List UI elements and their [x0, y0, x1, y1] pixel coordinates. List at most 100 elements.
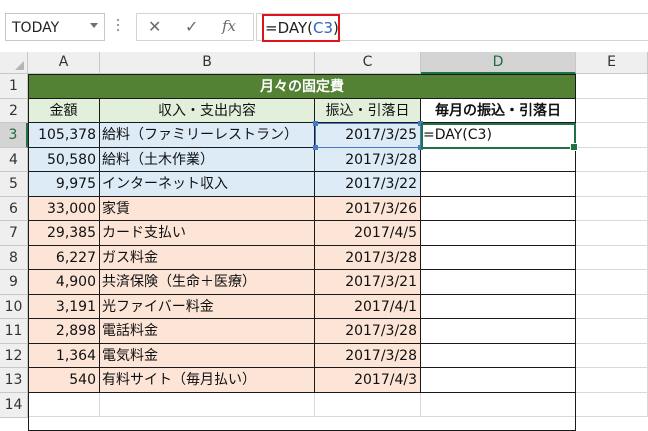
cell-item[interactable]: インターネット収入 [100, 172, 315, 197]
cell-item[interactable]: 共済保険（生命＋医療） [100, 270, 315, 295]
sheet-title-cell[interactable]: 月々の固定費 [28, 74, 576, 99]
empty-cell[interactable] [576, 74, 648, 99]
empty-cell[interactable] [576, 123, 648, 148]
cell-date[interactable]: 2017/4/5 [315, 221, 421, 246]
name-box-value: TODAY [12, 20, 60, 36]
column-header-c[interactable]: C [315, 52, 421, 74]
cell-item[interactable]: 給料（土木作業） [100, 148, 315, 172]
cell-amount[interactable]: 105,378 [28, 123, 100, 148]
cell-date[interactable]: 2017/3/28 [315, 246, 421, 270]
cell-amount[interactable]: 3,191 [28, 295, 100, 319]
cell-amount[interactable]: 540 [28, 368, 100, 393]
row-header-9[interactable]: 9 [0, 270, 28, 295]
formula-bar-grip-icon[interactable] [116, 16, 120, 36]
empty-cell[interactable] [576, 319, 648, 344]
empty-cell[interactable] [576, 270, 648, 295]
empty-cell[interactable] [100, 393, 315, 417]
spreadsheet-grid[interactable]: ABCDE 1 2 3 4 5 6 7 8 9 10 11 12 13 14 金額 収入・支出内容 振込・引落… [0, 52, 648, 431]
cell-amount[interactable]: 50,580 [28, 148, 100, 172]
row-header-12[interactable]: 12 [0, 344, 28, 368]
cell-day[interactable] [421, 270, 576, 295]
cell-date[interactable]: 2017/3/21 [315, 270, 421, 295]
select-all-icon[interactable] [15, 61, 24, 70]
cell-date[interactable]: 2017/3/25 [315, 123, 421, 148]
cell-item[interactable]: 給料（ファミリーレストラン） [100, 123, 315, 148]
active-cell-d3[interactable]: =DAY(C3) [421, 123, 576, 148]
cell-day[interactable] [421, 197, 576, 221]
empty-cell[interactable] [576, 197, 648, 221]
header-item[interactable]: 収入・支出内容 [100, 99, 315, 123]
column-header-e[interactable]: E [576, 52, 648, 74]
cell-amount[interactable]: 6,227 [28, 246, 100, 270]
empty-cell[interactable] [576, 148, 648, 172]
cell-item[interactable]: ガス料金 [100, 246, 315, 270]
cell-day[interactable] [421, 319, 576, 344]
header-date[interactable]: 振込・引落日 [315, 99, 421, 123]
cell-day[interactable] [421, 172, 576, 197]
row-header-14[interactable]: 14 [0, 393, 28, 418]
cell-day[interactable] [421, 148, 576, 172]
empty-cell[interactable] [315, 393, 421, 417]
empty-cell[interactable] [576, 368, 648, 393]
cell-item[interactable]: 電気料金 [100, 344, 315, 368]
cancel-icon[interactable]: ✕ [148, 17, 161, 36]
empty-cell[interactable] [576, 393, 648, 417]
row-header-5[interactable]: 5 [0, 172, 28, 197]
cell-date[interactable]: 2017/4/3 [315, 368, 421, 393]
cell-date[interactable]: 2017/3/22 [315, 172, 421, 197]
formula-input[interactable]: =DAY(C3) [256, 13, 648, 42]
formula-bar-buttons: ✕ ✓ fx [136, 13, 254, 41]
cell-item[interactable]: 電話料金 [100, 319, 315, 344]
cell-amount[interactable]: 9,975 [28, 172, 100, 197]
formula-bar-area: TODAY ✕ ✓ fx =DAY(C3) [0, 0, 648, 52]
cell-item[interactable]: カード支払い [100, 221, 315, 246]
row-header-4[interactable]: 4 [0, 148, 28, 172]
cell-amount[interactable]: 33,000 [28, 197, 100, 221]
cell-day[interactable] [421, 295, 576, 319]
cell-item[interactable]: 光ファイバー料金 [100, 295, 315, 319]
header-amount[interactable]: 金額 [28, 99, 100, 123]
cell-item[interactable]: 有料サイト（毎月払い） [100, 368, 315, 393]
header-day[interactable]: 毎月の振込・引落日 [421, 99, 576, 123]
row-header-2[interactable]: 2 [0, 99, 28, 123]
row-header-13[interactable]: 13 [0, 368, 28, 393]
select-all-corner[interactable] [0, 52, 28, 74]
cell-date[interactable]: 2017/3/26 [315, 197, 421, 221]
row-header-8[interactable]: 8 [0, 246, 28, 270]
formula-close-paren: ) [333, 19, 339, 37]
row-header-7[interactable]: 7 [0, 221, 28, 246]
cell-date[interactable]: 2017/3/28 [315, 344, 421, 368]
insert-function-icon[interactable]: fx [222, 17, 236, 35]
name-box-dropdown-icon[interactable] [90, 23, 98, 28]
column-header-a[interactable]: A [28, 52, 100, 74]
cell-amount[interactable]: 29,385 [28, 221, 100, 246]
cell-amount[interactable]: 1,364 [28, 344, 100, 368]
cell-day[interactable] [421, 246, 576, 270]
row-header-6[interactable]: 6 [0, 197, 28, 221]
row-header-1[interactable]: 1 [0, 74, 28, 99]
row-header-11[interactable]: 11 [0, 319, 28, 344]
empty-cell[interactable] [28, 393, 100, 417]
empty-cell[interactable] [576, 172, 648, 197]
cell-amount[interactable]: 2,898 [28, 319, 100, 344]
cell-item[interactable]: 家賃 [100, 197, 315, 221]
cell-day[interactable] [421, 221, 576, 246]
row-header-3[interactable]: 3 [0, 123, 28, 148]
cell-amount[interactable]: 4,900 [28, 270, 100, 295]
row-header-10[interactable]: 10 [0, 295, 28, 319]
cell-day[interactable] [421, 344, 576, 368]
cell-date[interactable]: 2017/3/28 [315, 148, 421, 172]
empty-cell[interactable] [576, 344, 648, 368]
empty-cell[interactable] [576, 221, 648, 246]
cell-date[interactable]: 2017/4/1 [315, 295, 421, 319]
enter-icon[interactable]: ✓ [185, 17, 198, 36]
empty-cell[interactable] [421, 393, 576, 417]
name-box[interactable]: TODAY [5, 13, 105, 41]
empty-cell[interactable] [576, 246, 648, 270]
column-header-b[interactable]: B [100, 52, 315, 74]
empty-cell[interactable] [576, 295, 648, 319]
cell-date[interactable]: 2017/3/28 [315, 319, 421, 344]
cell-day[interactable] [421, 368, 576, 393]
column-header-d[interactable]: D [421, 52, 576, 74]
empty-cell[interactable] [576, 99, 648, 123]
